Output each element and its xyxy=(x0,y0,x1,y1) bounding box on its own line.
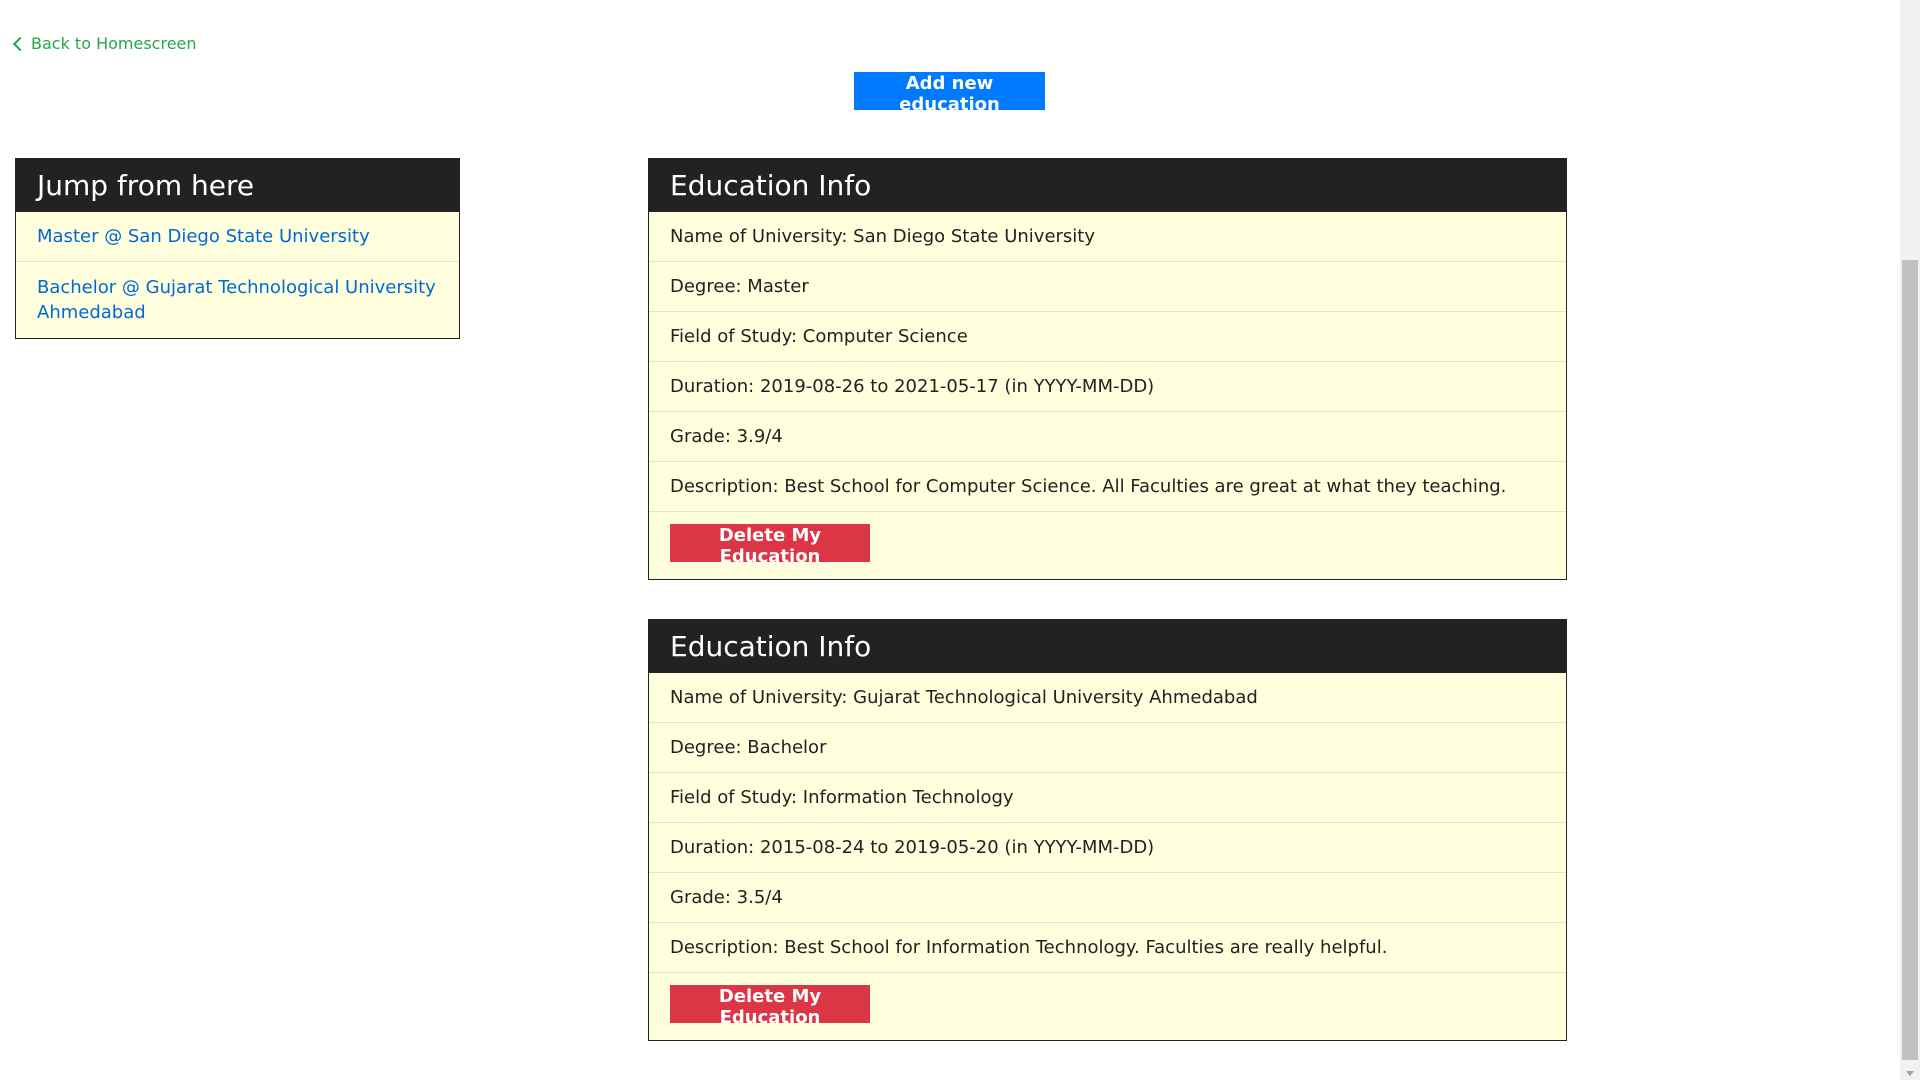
back-link-label: Back to Homescreen xyxy=(31,34,197,53)
education-duration: Duration: 2019-08-26 to 2021-05-17 (in Y… xyxy=(649,361,1566,411)
education-description: Description: Best School for Information… xyxy=(649,922,1566,972)
education-card-title: Education Info xyxy=(649,620,1566,673)
jump-panel-title: Jump from here xyxy=(16,159,459,212)
education-page: Back to Homescreen Add new education Jum… xyxy=(0,0,1920,1080)
education-card-bachelor: Education Info Name of University: Gujar… xyxy=(648,619,1567,1041)
delete-education-button[interactable]: Delete My Education xyxy=(670,524,870,567)
education-card-title: Education Info xyxy=(649,159,1566,212)
education-degree: Degree: Master xyxy=(649,261,1566,311)
jump-link-bachelor[interactable]: Bachelor @ Gujarat Technological Univers… xyxy=(16,261,459,338)
scroll-down-arrow-icon[interactable] xyxy=(1906,1071,1914,1076)
education-grade: Grade: 3.5/4 xyxy=(649,872,1566,922)
education-description: Description: Best School for Computer Sc… xyxy=(649,461,1566,511)
scrollbar-thumb[interactable] xyxy=(1902,260,1918,1060)
education-duration: Duration: 2015-08-24 to 2019-05-20 (in Y… xyxy=(649,822,1566,872)
vertical-scrollbar[interactable] xyxy=(1900,0,1920,1080)
back-to-homescreen-link[interactable]: Back to Homescreen xyxy=(12,34,197,53)
education-university: Name of University: Gujarat Technologica… xyxy=(670,687,1258,708)
education-university: Name of University: San Diego State Univ… xyxy=(670,226,1096,247)
education-field: Field of Study: Information Technology xyxy=(649,772,1566,822)
education-actions: Delete My Education xyxy=(649,511,1566,579)
education-degree: Degree: Bachelor xyxy=(649,722,1566,772)
jump-link-master[interactable]: Master @ San Diego State University xyxy=(16,212,459,261)
add-new-education-button[interactable]: Add new education xyxy=(854,72,1045,115)
education-field: Field of Study: Computer Science xyxy=(649,311,1566,361)
chevron-left-icon xyxy=(12,36,28,52)
delete-education-button[interactable]: Delete My Education xyxy=(670,985,870,1028)
jump-panel: Jump from here Master @ San Diego State … xyxy=(15,158,460,339)
education-card-master: Education Info Name of University: San D… xyxy=(648,158,1567,580)
education-actions: Delete My Education xyxy=(649,972,1566,1040)
education-grade: Grade: 3.9/4 xyxy=(649,411,1566,461)
